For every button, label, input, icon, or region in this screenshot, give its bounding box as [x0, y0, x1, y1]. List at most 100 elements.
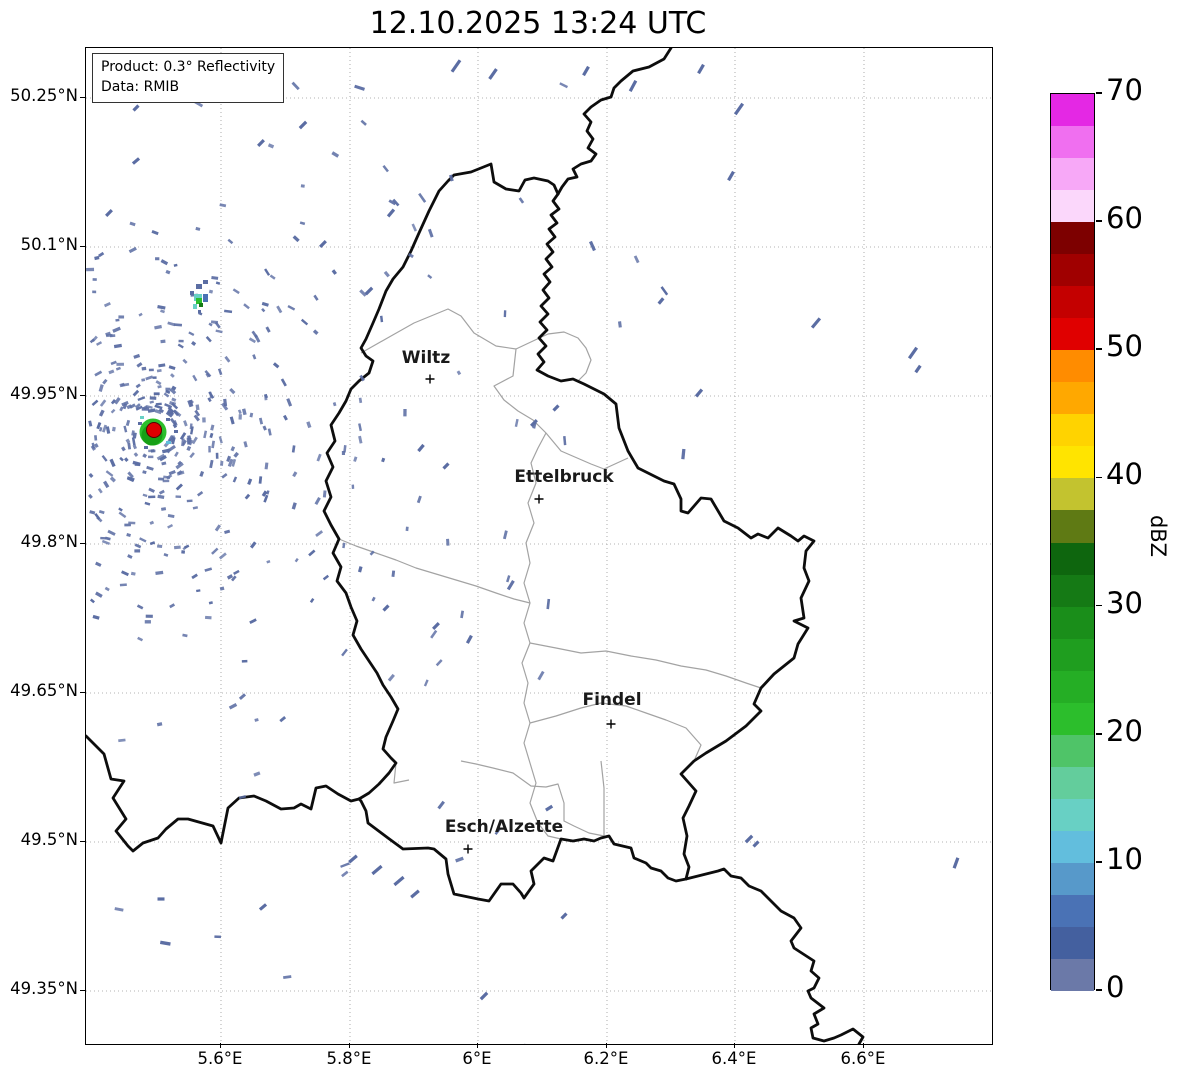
clutter-speckle: [114, 907, 123, 912]
clutter-speckle: [186, 446, 191, 451]
clutter-streak: [480, 992, 489, 1001]
clutter-speckle: [504, 310, 507, 317]
clutter-speckle: [270, 274, 276, 279]
clutter-streak: [727, 171, 735, 181]
clutter-speckle: [161, 259, 169, 265]
colorbar-tick: [1096, 989, 1102, 991]
clutter-speckle: [118, 739, 125, 743]
colorbar-segment: [1051, 895, 1094, 928]
clutter-speckle: [182, 359, 187, 364]
radar-echo-pixel: [196, 284, 202, 289]
clutter-speckle: [160, 941, 171, 946]
clutter-streak: [105, 209, 113, 217]
clutter-streak: [658, 297, 665, 304]
admin-border: [361, 309, 628, 469]
colorbar-segment: [1051, 735, 1094, 768]
clutter-speckle: [229, 388, 235, 394]
colorbar-segment: [1051, 703, 1094, 736]
clutter-speckle: [148, 495, 155, 498]
colorbar-tick-label: 50: [1106, 329, 1143, 363]
clutter-speckle: [196, 589, 200, 592]
clutter-speckle: [182, 634, 187, 638]
clutter-speckle: [102, 379, 107, 385]
colorbar-segment: [1051, 286, 1094, 319]
clutter-speckle: [146, 466, 154, 471]
page-title: 12.10.2025 13:24 UTC: [85, 6, 991, 41]
clutter-speckle: [233, 570, 240, 575]
clutter-speckle: [342, 451, 345, 455]
clutter-speckle: [157, 369, 162, 372]
clutter-speckle: [112, 427, 116, 432]
clutter-speckle: [136, 383, 141, 388]
clutter-speckle: [128, 522, 135, 525]
clutter-speckle: [430, 630, 437, 639]
clutter-speckle: [126, 420, 130, 426]
clutter-speckle: [220, 586, 225, 590]
clutter-speckle: [563, 436, 566, 445]
clutter-speckle: [89, 510, 95, 514]
clutter-speckle: [227, 239, 233, 244]
clutter-streak: [259, 903, 267, 911]
clutter-speckle: [252, 354, 256, 359]
clutter-speckle: [115, 319, 119, 322]
clutter-speckle: [155, 257, 159, 260]
clutter-speckle: [148, 456, 153, 459]
clutter-speckle: [150, 396, 157, 399]
clutter-speckle: [216, 453, 219, 459]
admin-border: [394, 763, 409, 783]
clutter-speckle: [118, 315, 124, 318]
clutter-speckle: [161, 507, 166, 511]
clutter-speckle: [506, 575, 510, 582]
x-axis-label: 6.6°E: [818, 1049, 908, 1068]
y-axis-tick: [80, 97, 85, 99]
clutter-speckle: [106, 334, 113, 337]
clutter-speckle: [119, 383, 124, 388]
clutter-speckle: [273, 362, 279, 368]
clutter-speckle: [94, 435, 97, 441]
clutter-speckle: [519, 197, 525, 203]
colorbar-segment: [1051, 959, 1094, 992]
clutter-speckle: [455, 857, 464, 863]
clutter-speckle: [224, 356, 230, 363]
admin-border: [522, 433, 561, 839]
clutter-speckle: [263, 426, 267, 431]
clutter-speckle: [167, 524, 173, 529]
clutter-speckle: [156, 380, 162, 385]
clutter-speckle: [306, 421, 311, 428]
clutter-speckle: [261, 308, 265, 312]
x-axis-tick: [477, 1043, 479, 1048]
radar-echo-pixel: [166, 418, 170, 421]
clutter-speckle: [170, 373, 175, 378]
clutter-speckle: [157, 722, 163, 726]
clutter-speckle: [281, 378, 287, 386]
clutter-streak: [299, 121, 308, 130]
clutter-speckle: [380, 316, 383, 323]
clutter-speckle: [176, 483, 183, 490]
clutter-speckle: [145, 375, 153, 380]
clutter-speckle: [174, 451, 179, 457]
clutter-speckle: [354, 85, 365, 91]
clutter-speckle: [589, 241, 596, 251]
clutter-streak: [451, 59, 462, 72]
y-axis-label: 50.1°N: [0, 235, 78, 254]
clutter-speckle: [107, 530, 115, 536]
clutter-speckle: [141, 378, 145, 381]
clutter-speckle: [134, 452, 139, 457]
clutter-speckle: [112, 327, 121, 333]
clutter-speckle: [219, 203, 226, 207]
colorbar-tick-label: 0: [1106, 970, 1124, 1004]
clutter-speckle: [102, 540, 110, 545]
clutter-speckle: [111, 361, 117, 366]
clutter-speckle: [243, 303, 250, 309]
clutter-speckle: [114, 344, 122, 348]
clutter-speckle: [424, 679, 429, 686]
clutter-speckle: [121, 570, 129, 576]
clutter-speckle: [120, 583, 127, 586]
clutter-speckle: [100, 537, 106, 540]
clutter-speckle: [266, 560, 270, 563]
clutter-speckle: [168, 514, 175, 518]
clutter-speckle: [137, 396, 145, 401]
clutter-speckle: [457, 370, 462, 375]
clutter-streak: [410, 890, 420, 899]
clutter-speckle: [262, 302, 269, 307]
